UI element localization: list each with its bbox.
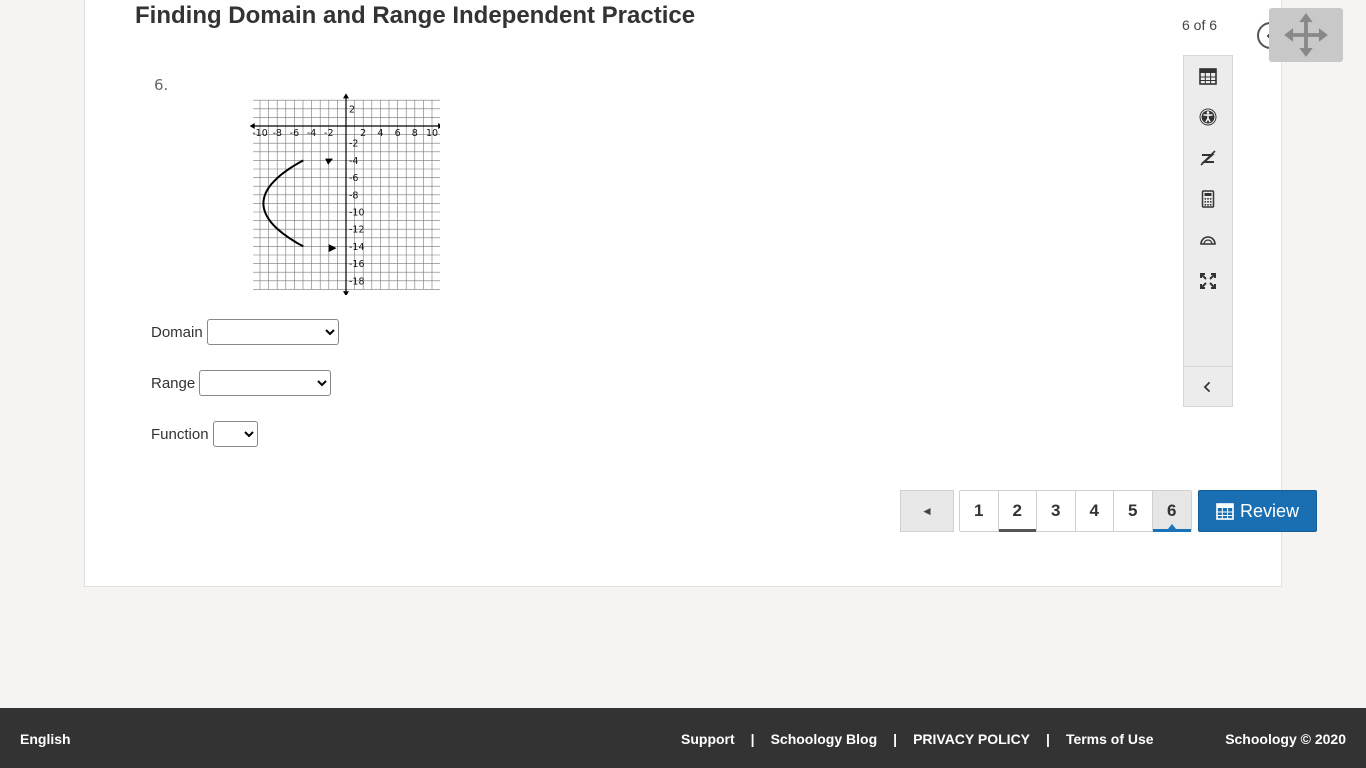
page-button-1[interactable]: 1 <box>960 491 999 531</box>
x-tick-label: -2 <box>324 128 333 139</box>
protractor-icon <box>1200 236 1216 245</box>
y-tick-label: -14 <box>349 242 365 253</box>
x-tick-label: -8 <box>272 128 281 139</box>
page-button-6[interactable]: 6 <box>1152 491 1191 532</box>
previous-question-button[interactable]: ◄ <box>900 490 954 532</box>
protractor-button[interactable] <box>1184 220 1232 260</box>
x-tick-label: 4 <box>377 128 383 139</box>
axis-arrow <box>343 93 349 99</box>
copyright: Schoology © 2020 <box>1225 731 1346 747</box>
page-button-4[interactable]: 4 <box>1075 491 1114 531</box>
x-tick-label: -10 <box>252 128 268 139</box>
privacy-policy-link[interactable]: PRIVACY POLICY <box>913 731 1030 747</box>
function-select[interactable] <box>212 421 258 447</box>
separator: | <box>750 731 755 747</box>
accessibility-icon <box>1199 108 1217 126</box>
fullscreen-button[interactable] <box>1184 261 1232 301</box>
axis-arrow <box>438 123 440 129</box>
x-tick-label: -4 <box>307 128 316 139</box>
page-button-3[interactable]: 3 <box>1037 491 1076 531</box>
terms-of-use-link[interactable]: Terms of Use <box>1066 731 1154 747</box>
x-tick-label: 2 <box>360 128 366 139</box>
x-tick-label: 8 <box>412 128 418 139</box>
function-label: Function <box>151 425 209 443</box>
y-tick-label: -12 <box>349 225 365 236</box>
language-selector[interactable]: English <box>20 731 71 747</box>
page-title: Finding Domain and Range Independent Pra… <box>135 2 696 29</box>
separator: | <box>893 731 898 747</box>
question-pager: 123456 <box>959 490 1192 532</box>
domain-select[interactable] <box>206 319 339 345</box>
x-tick-label: -6 <box>290 128 299 139</box>
review-label: Review <box>1239 500 1300 521</box>
calculator-button[interactable] <box>1184 179 1232 219</box>
x-tick-label: 10 <box>426 128 438 139</box>
calendar-button[interactable] <box>1184 56 1232 96</box>
range-row: Range <box>151 370 332 396</box>
schoology-blog-link[interactable]: Schoology Blog <box>771 731 878 747</box>
eliminate-answer-button[interactable] <box>1184 138 1232 178</box>
y-tick-label: -4 <box>349 156 358 167</box>
axis-arrow <box>343 291 349 295</box>
y-tick-label: -16 <box>349 259 365 270</box>
footer: English Support | Schoology Blog | PRIVA… <box>0 708 1366 768</box>
eliminate-answer-icon <box>1200 150 1216 166</box>
y-tick-label: -18 <box>349 276 365 287</box>
page-button-5[interactable]: 5 <box>1114 491 1153 531</box>
y-tick-label: -10 <box>349 208 365 219</box>
calculator-icon <box>1201 190 1215 208</box>
y-tick-label: 2 <box>349 104 355 115</box>
accessibility-button[interactable] <box>1184 97 1232 137</box>
function-row: Function <box>151 421 258 447</box>
question-counter: 6 of 6 <box>1182 17 1218 33</box>
calendar-icon <box>1216 503 1234 520</box>
collapse-panel-button[interactable] <box>1184 366 1232 406</box>
move-handle[interactable] <box>1269 8 1343 62</box>
page-button-2[interactable]: 2 <box>998 491 1037 532</box>
support-link[interactable]: Support <box>681 731 735 747</box>
chevron-left-icon <box>1203 381 1211 392</box>
review-button[interactable]: Review <box>1198 490 1317 532</box>
question-card: Finding Domain and Range Independent Pra… <box>84 0 1317 587</box>
x-tick-label: 6 <box>395 128 401 139</box>
fullscreen-icon <box>1200 273 1216 289</box>
y-tick-label: -8 <box>349 190 358 201</box>
curve-arrow <box>328 244 337 253</box>
question-number: 6. <box>154 76 169 94</box>
calendar-icon <box>1199 68 1217 85</box>
move-arrows-icon <box>1284 13 1328 57</box>
y-tick-label: -6 <box>349 173 358 184</box>
domain-label: Domain <box>151 323 203 341</box>
range-label: Range <box>151 374 196 392</box>
range-select[interactable] <box>199 370 332 396</box>
separator: | <box>1046 731 1050 747</box>
y-tick-label: -2 <box>349 139 358 150</box>
domain-row: Domain <box>151 319 339 345</box>
coordinate-graph: -10 -8 -6 -4 -2 2 4 6 8 102-2-4-6-8-10-12-14-16-1… <box>249 93 440 295</box>
footer-links: Support | Schoology Blog | PRIVACY POLIC… <box>681 731 1154 747</box>
tool-panel <box>1183 55 1233 407</box>
